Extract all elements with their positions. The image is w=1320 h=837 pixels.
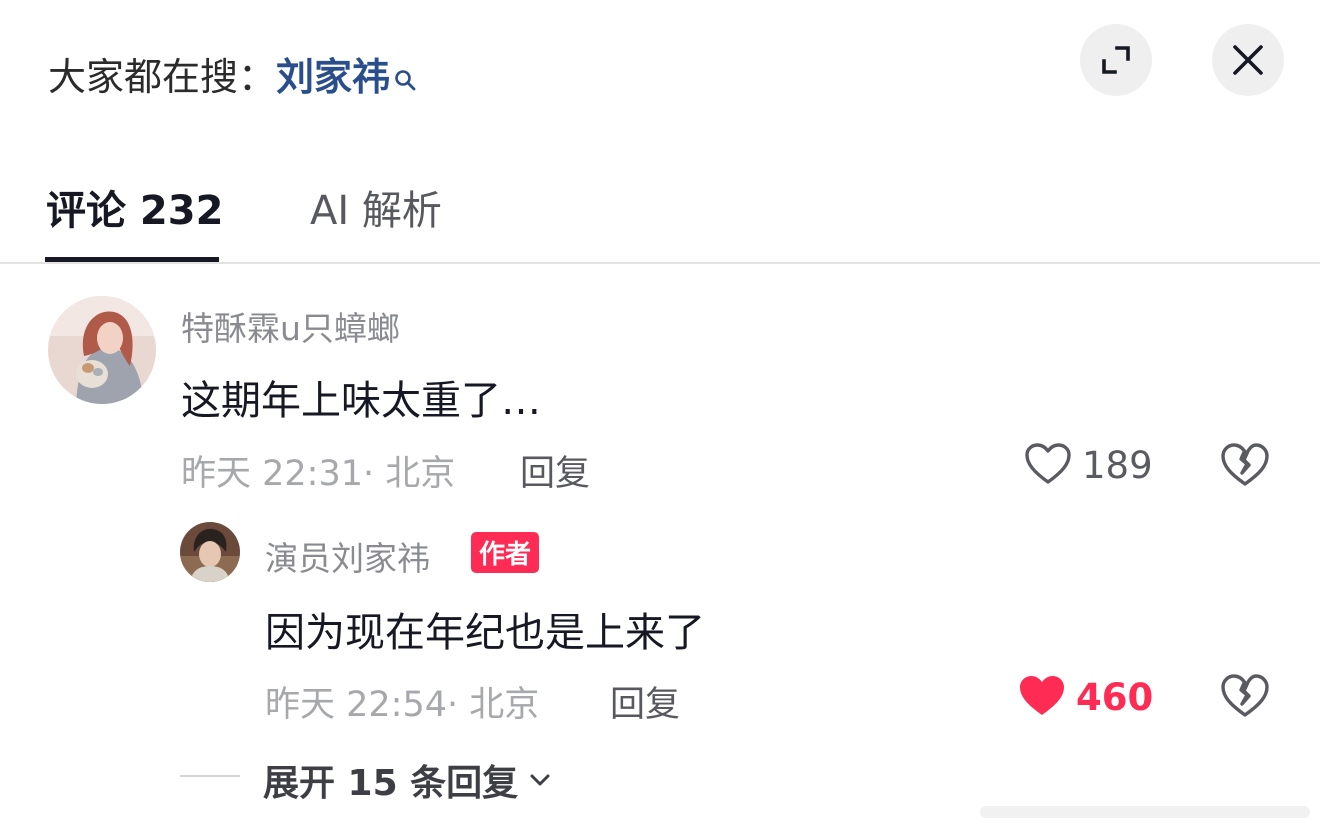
watermark xyxy=(980,798,1310,826)
broken-heart-icon xyxy=(1221,674,1269,717)
comment-text: 这期年上味太重了… xyxy=(181,378,541,424)
close-icon xyxy=(1233,45,1263,75)
comment-username[interactable]: 特酥霖u只蟑螂 xyxy=(181,302,400,350)
expand-replies-label: 展开 15 条回复 xyxy=(263,763,519,804)
comment-reply-button[interactable]: 回复 xyxy=(520,445,590,496)
like-button[interactable] xyxy=(1018,674,1066,718)
comment-like-count: 189 xyxy=(1082,444,1153,487)
expand-divider-line xyxy=(180,775,240,777)
like-button[interactable] xyxy=(1024,442,1072,486)
tab-divider xyxy=(0,262,1320,264)
expand-button[interactable] xyxy=(1080,24,1152,96)
tab-ai-analysis[interactable]: AI 解析 xyxy=(310,178,442,236)
reply-text: 因为现在年纪也是上来了 xyxy=(265,610,705,656)
reply-reply-button[interactable]: 回复 xyxy=(610,676,680,727)
author-badge: 作者 xyxy=(471,532,540,573)
comment-time-location: 昨天 22:31· 北京 xyxy=(181,454,456,494)
search-icon xyxy=(394,56,416,90)
expand-replies-button[interactable]: 展开 15 条回复 xyxy=(263,754,552,806)
trending-search-bar[interactable]: 大家都在搜： 刘家祎 xyxy=(48,46,416,101)
heart-outline-icon xyxy=(1025,443,1071,484)
reply-username[interactable]: 演员刘家祎 xyxy=(265,532,430,580)
close-button[interactable] xyxy=(1212,24,1284,96)
reply-time-location: 昨天 22:54· 北京 xyxy=(265,685,540,725)
trending-search-prefix: 大家都在搜： xyxy=(48,55,277,99)
heart-filled-icon xyxy=(1020,676,1064,715)
broken-heart-icon xyxy=(1221,443,1269,486)
chevron-down-icon xyxy=(530,774,550,786)
avatar[interactable] xyxy=(180,522,240,582)
trending-search-keyword[interactable]: 刘家祎 xyxy=(276,46,390,101)
dislike-button[interactable] xyxy=(1220,673,1270,719)
dislike-button[interactable] xyxy=(1220,442,1270,488)
expand-icon xyxy=(1102,46,1130,74)
tab-comments[interactable]: 评论 232 xyxy=(46,178,223,236)
reply-like-count: 460 xyxy=(1076,676,1154,719)
avatar[interactable] xyxy=(48,296,156,404)
